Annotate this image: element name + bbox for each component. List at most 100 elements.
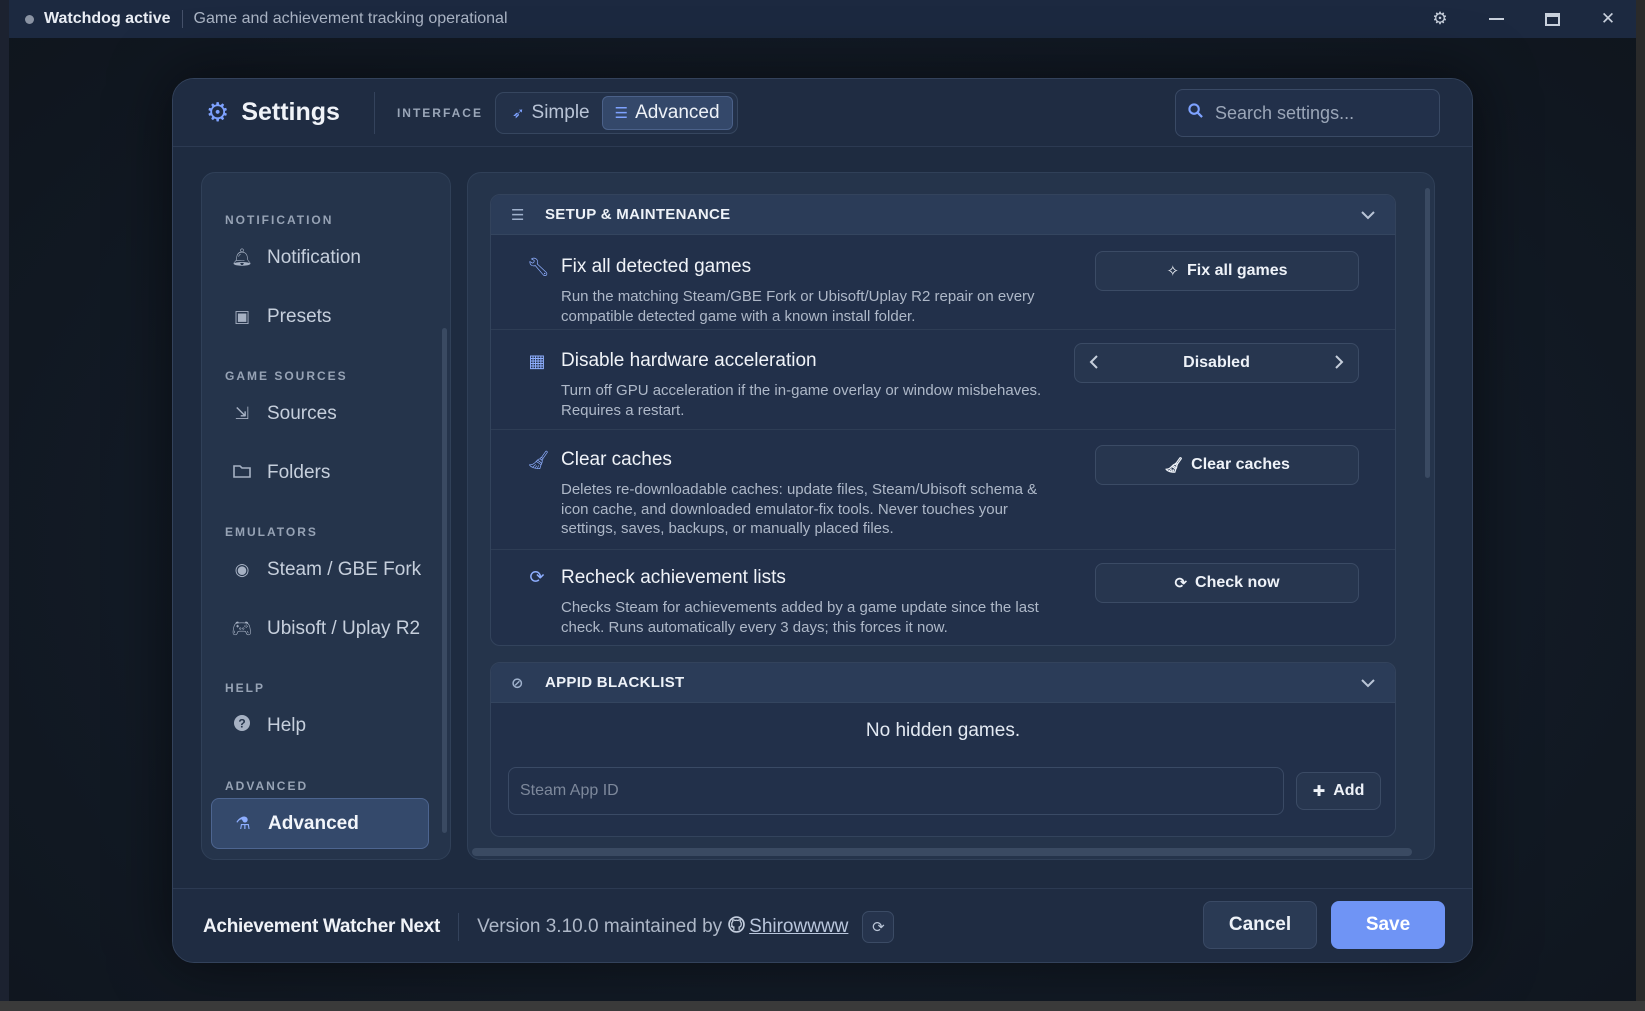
sidebar-item-notification[interactable]: 🔔︎ Notification bbox=[211, 232, 429, 283]
sidebar-item-label: Sources bbox=[267, 402, 337, 424]
bell-icon: 🔔︎ bbox=[231, 247, 253, 267]
watchdog-status: Watchdog active bbox=[44, 10, 171, 27]
settings-modal: ⚙ Settings INTERFACE ➶ Simple ☰ Advanced bbox=[172, 78, 1473, 963]
interface-mode-toggle: ➶ Simple ☰ Advanced bbox=[494, 91, 738, 134]
sidebar-item-label: Advanced bbox=[268, 812, 359, 834]
search-input[interactable] bbox=[1215, 102, 1415, 124]
interface-label: INTERFACE bbox=[396, 105, 483, 120]
svg-text:?: ? bbox=[238, 717, 245, 731]
setting-title: Clear caches bbox=[561, 449, 672, 470]
sidebar-item-label: Presets bbox=[267, 305, 332, 327]
chip-icon: ▦ bbox=[528, 351, 546, 371]
app-window: Watchdog active Game and achievement tra… bbox=[9, 0, 1636, 1001]
gamepad-icon: 🎮︎ bbox=[231, 618, 253, 638]
chevron-down-icon[interactable] bbox=[1361, 675, 1375, 691]
hardware-acceleration-row: ▦ Disable hardware acceleration Turn off… bbox=[491, 330, 1395, 430]
sidebar: NOTIFICATION 🔔︎ Notification ▣ Presets G… bbox=[201, 172, 451, 860]
mode-advanced-label: Advanced bbox=[635, 101, 720, 123]
stepper-value: Disabled bbox=[1183, 354, 1250, 371]
sidebar-item-advanced[interactable]: ⚗ Advanced bbox=[211, 798, 429, 849]
import-icon: ⇲ bbox=[234, 403, 250, 423]
content-horizontal-scrollbar[interactable] bbox=[472, 848, 1412, 856]
search-box bbox=[1175, 89, 1440, 137]
mode-advanced-button[interactable]: ☰ Advanced bbox=[601, 95, 733, 130]
setting-description: Deletes re-downloadable caches: update f… bbox=[561, 481, 1038, 537]
wrench-icon: 🔧︎ bbox=[527, 257, 550, 277]
section-help: HELP bbox=[225, 681, 266, 695]
mode-simple-button[interactable]: ➶ Simple bbox=[500, 96, 602, 130]
recheck-achievements-row: ⟳ Recheck achievement lists Checks Steam… bbox=[491, 550, 1395, 645]
github-icon bbox=[728, 915, 745, 938]
content-vertical-scrollbar[interactable] bbox=[1425, 188, 1430, 478]
sidebar-item-label: Notification bbox=[267, 246, 361, 268]
sidebar-item-ubisoft[interactable]: 🎮︎ Ubisoft / Uplay R2 bbox=[211, 603, 429, 654]
chevron-right-icon[interactable] bbox=[1335, 353, 1344, 374]
refresh-icon: ⟳ bbox=[872, 918, 885, 936]
tracking-status: Game and achievement tracking operationa… bbox=[193, 10, 508, 27]
mode-simple-label: Simple bbox=[531, 101, 590, 123]
check-now-button[interactable]: ⟳ Check now bbox=[1095, 563, 1359, 603]
refresh-icon: ⟳ bbox=[1174, 575, 1188, 592]
titlebar: Watchdog active Game and achievement tra… bbox=[9, 0, 1636, 38]
setup-maintenance-header[interactable]: ☰ SETUP & MAINTENANCE bbox=[491, 195, 1395, 235]
header-divider bbox=[373, 91, 375, 134]
sidebar-item-label: Ubisoft / Uplay R2 bbox=[267, 617, 421, 639]
window-edge-bottom bbox=[0, 1001, 1645, 1011]
check-updates-button[interactable]: ⟳ bbox=[862, 910, 895, 943]
modal-header: ⚙ Settings INTERFACE ➶ Simple ☰ Advanced bbox=[173, 79, 1472, 147]
button-label: Check now bbox=[1195, 574, 1280, 591]
question-icon: ? bbox=[231, 714, 253, 737]
sidebar-item-label: Folders bbox=[267, 461, 331, 483]
appid-blacklist-header[interactable]: ⊘ APPID BLACKLIST bbox=[491, 663, 1395, 703]
page-title: ⚙ Settings bbox=[206, 97, 340, 128]
hardware-acceleration-stepper: Disabled bbox=[1074, 343, 1359, 383]
modal-footer: Achievement Watcher Next Version 3.10.0 … bbox=[173, 888, 1472, 962]
section-title: APPID BLACKLIST bbox=[545, 674, 685, 691]
setting-description: Turn off GPU acceleration if the in-game… bbox=[561, 382, 1042, 419]
sliders-icon: ☰ bbox=[511, 206, 525, 224]
steam-app-id-input[interactable] bbox=[508, 767, 1284, 815]
section-game-sources: GAME SOURCES bbox=[225, 369, 348, 383]
setup-maintenance-panel: ☰ SETUP & MAINTENANCE 🔧︎ Fix all detecte… bbox=[490, 194, 1396, 646]
setting-title: Fix all detected games bbox=[561, 256, 752, 277]
button-label: Fix all games bbox=[1187, 262, 1288, 279]
clear-caches-button[interactable]: 🧹︎ Clear caches bbox=[1095, 445, 1359, 485]
broom-icon: 🧹︎ bbox=[1164, 457, 1184, 474]
ban-icon: ⊘ bbox=[511, 674, 524, 692]
author-link-group: Shirowwww bbox=[728, 916, 848, 938]
sidebar-item-help[interactable]: ? Help bbox=[211, 700, 429, 751]
chevron-down-icon[interactable] bbox=[1361, 207, 1375, 223]
clear-caches-row: 🧹︎ Clear caches Deletes re-downloadable … bbox=[491, 430, 1395, 550]
cancel-button[interactable]: Cancel bbox=[1203, 901, 1317, 949]
sidebar-item-steam[interactable]: ◉ Steam / GBE Fork bbox=[211, 544, 429, 595]
search-icon bbox=[1188, 103, 1203, 123]
sidebar-scrollbar[interactable] bbox=[442, 328, 447, 833]
version-text: Version 3.10.0 maintained by bbox=[477, 915, 723, 937]
save-button[interactable]: Save bbox=[1331, 901, 1445, 949]
close-icon[interactable]: ✕ bbox=[1580, 0, 1636, 38]
chevron-left-icon[interactable] bbox=[1089, 353, 1098, 374]
sidebar-item-presets[interactable]: ▣ Presets bbox=[211, 291, 429, 342]
toolbox-icon: ▣ bbox=[233, 306, 251, 326]
section-notification: NOTIFICATION bbox=[225, 213, 334, 227]
settings-title-text: Settings bbox=[241, 98, 340, 126]
sliders-icon: ☰ bbox=[614, 104, 629, 122]
fix-games-row: 🔧︎ Fix all detected games Run the matchi… bbox=[491, 235, 1395, 330]
setting-description: Run the matching Steam/GBE Fork or Ubiso… bbox=[561, 288, 1035, 325]
author-link[interactable]: Shirowwww bbox=[749, 916, 848, 938]
feather-icon: ➶ bbox=[511, 104, 525, 122]
add-appid-button[interactable]: ✚ Add bbox=[1296, 772, 1381, 810]
sidebar-item-sources[interactable]: ⇲ Sources bbox=[211, 388, 429, 439]
flask-icon: ⚗ bbox=[235, 813, 251, 833]
minimize-icon[interactable] bbox=[1468, 0, 1524, 38]
refresh-icon: ⟳ bbox=[529, 567, 545, 587]
fix-all-games-button[interactable]: ✧ Fix all games bbox=[1095, 251, 1359, 291]
window-controls: ⚙ ✕ bbox=[1412, 0, 1636, 38]
gear-icon[interactable]: ⚙ bbox=[1412, 0, 1468, 38]
button-label: Add bbox=[1333, 782, 1365, 799]
section-emulators: EMULATORS bbox=[225, 525, 318, 539]
sidebar-item-folders[interactable]: Folders bbox=[211, 447, 429, 498]
maximize-icon[interactable] bbox=[1524, 0, 1580, 38]
status-dot bbox=[25, 14, 34, 24]
footer-divider bbox=[458, 912, 460, 941]
